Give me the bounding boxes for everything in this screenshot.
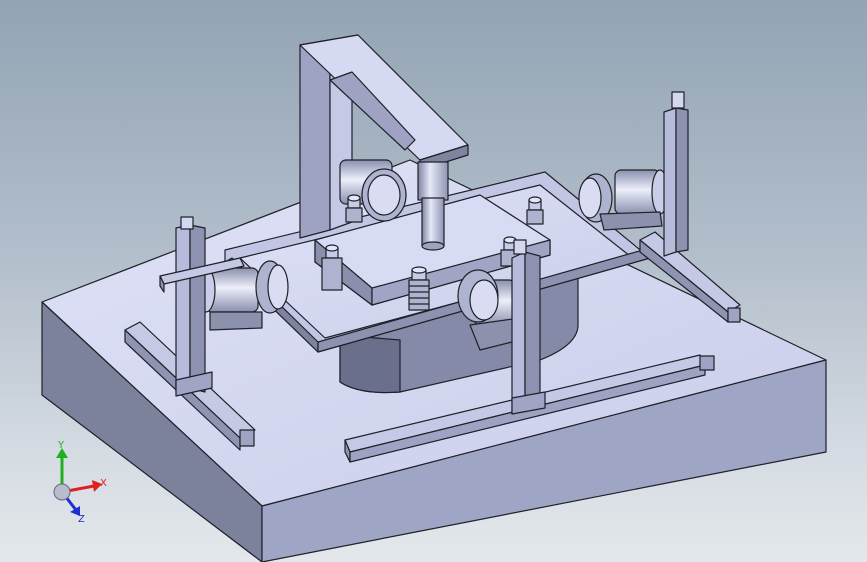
fixture-assembly-model[interactable] [0,0,867,562]
right-motor-unit[interactable] [578,169,669,231]
bolt-5 [345,194,363,223]
x-axis-label: X [100,478,107,489]
z-axis-label: Z [78,514,85,525]
y-axis-label: Y [57,440,65,451]
reference-triad: Y X Z [53,440,107,525]
cad-graphics-viewport[interactable]: Y X Z [0,0,867,562]
bolt-2 [408,266,430,311]
bolt-4 [526,196,544,225]
triad-origin [53,483,71,501]
